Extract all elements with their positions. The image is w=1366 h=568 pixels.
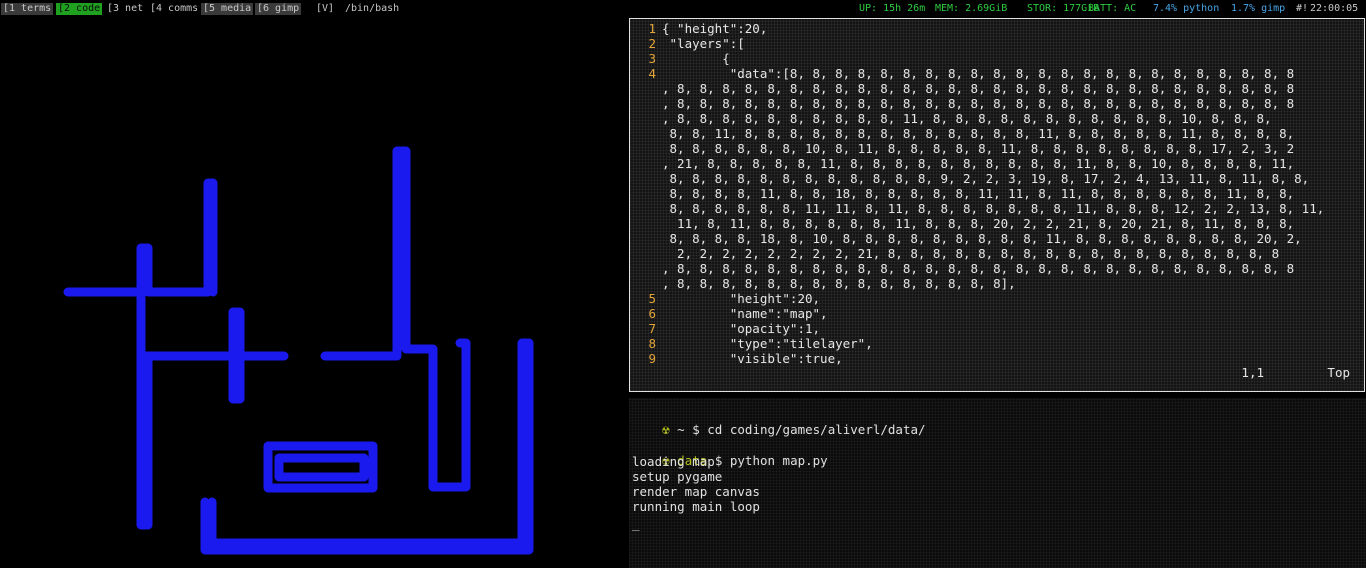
memory-stat: MEM: 2.69GiB xyxy=(935,3,1008,14)
process-stat-gimp: 1.7% gimp xyxy=(1231,3,1286,14)
code-line[interactable]: 2, 2, 2, 2, 2, 2, 2, 2, 21, 8, 8, 8, 8, … xyxy=(634,246,1362,261)
code-line[interactable]: , 8, 8, 8, 8, 8, 8, 8, 8, 8, 8, 8, 8, 8,… xyxy=(634,96,1362,111)
wall-box-inner xyxy=(274,453,369,482)
workspace-tab-net[interactable]: [3 net xyxy=(105,3,145,15)
code-text: , 8, 8, 8, 8, 8, 8, 8, 8, 8, 8, 8, 8, 8,… xyxy=(662,276,1016,291)
code-line[interactable]: , 8, 8, 8, 8, 8, 8, 8, 8, 8, 8, 8, 8, 8,… xyxy=(634,81,1362,96)
output-line: loading map xyxy=(632,454,715,469)
code-line[interactable]: 8, 8, 8, 8, 8, 8, 8, 8, 8, 8, 8, 8, 9, 2… xyxy=(634,171,1362,186)
line-number: 7 xyxy=(648,321,656,336)
code-line[interactable]: 8, 8, 8, 8, 18, 8, 10, 8, 8, 8, 8, 8, 8,… xyxy=(634,231,1362,246)
code-line[interactable]: , 8, 8, 8, 8, 8, 8, 8, 8, 8, 8, 11, 8, 8… xyxy=(634,111,1362,126)
code-line[interactable]: 8 "type":"tilelayer", xyxy=(634,336,1362,351)
code-line[interactable]: , 8, 8, 8, 8, 8, 8, 8, 8, 8, 8, 8, 8, 8,… xyxy=(634,261,1362,276)
wall-left-pillar xyxy=(136,351,153,530)
line-number: 2 xyxy=(648,36,656,51)
code-text: 8, 8, 8, 8, 18, 8, 10, 8, 8, 8, 8, 8, 8,… xyxy=(662,231,1302,246)
map-walls xyxy=(63,146,534,555)
code-line[interactable]: 1 { "height":20, xyxy=(634,21,1362,36)
wall-box-outer xyxy=(263,441,378,493)
code-text: , 8, 8, 8, 8, 8, 8, 8, 8, 8, 8, 8, 8, 8,… xyxy=(662,81,1295,96)
code-line[interactable]: 3 { xyxy=(634,51,1362,66)
wall-cross xyxy=(136,287,289,361)
code-text: "type":"tilelayer", xyxy=(662,336,873,351)
line-number: 1 xyxy=(648,21,656,36)
code-text: "data":[8, 8, 8, 8, 8, 8, 8, 8, 8, 8, 8,… xyxy=(662,66,1295,81)
code-text: 8, 8, 11, 8, 8, 8, 8, 8, 8, 8, 8, 8, 8, … xyxy=(662,126,1295,141)
prompt-command: $ cd coding/games/aliverl/data/ xyxy=(692,422,926,437)
code-line[interactable]: 11, 8, 11, 8, 8, 8, 8, 8, 8, 11, 8, 8, 8… xyxy=(634,216,1362,231)
workspace-tab-gimp[interactable]: [6 gimp xyxy=(255,3,302,15)
prompt-command: $ python map.py xyxy=(714,453,828,468)
code-text: "opacity":1, xyxy=(662,321,821,336)
code-text: , 8, 8, 8, 8, 8, 8, 8, 8, 8, 8, 8, 8, 8,… xyxy=(662,261,1295,276)
code-text: { "height":20, xyxy=(662,21,768,36)
layout-indicator[interactable]: [V] xyxy=(316,0,334,18)
line-number: 6 xyxy=(648,306,656,321)
code-text: 8, 8, 8, 8, 8, 8, 10, 8, 11, 8, 8, 8, 8,… xyxy=(662,141,1295,156)
map-canvas xyxy=(63,146,534,555)
code-text: 2, 2, 2, 2, 2, 2, 2, 2, 21, 8, 8, 8, 8, … xyxy=(662,246,1280,261)
scroll-indicator: Top xyxy=(1327,365,1350,380)
prompt-dir: ~ xyxy=(677,422,685,437)
code-line[interactable]: 7 "opacity":1, xyxy=(634,321,1362,336)
code-text: 11, 8, 11, 8, 8, 8, 8, 8, 8, 11, 8, 8, 8… xyxy=(662,216,1295,231)
code-text: , 21, 8, 8, 8, 8, 8, 11, 8, 8, 8, 8, 8, … xyxy=(662,156,1295,171)
radiation-icon: ☢ xyxy=(662,422,670,437)
workspace-tab-code[interactable]: [2 code xyxy=(56,3,103,15)
code-line[interactable]: 2 "layers":[ xyxy=(634,36,1362,51)
code-text: , 8, 8, 8, 8, 8, 8, 8, 8, 8, 8, 11, 8, 8… xyxy=(662,111,1272,126)
terminal-cursor[interactable]: _ xyxy=(632,516,640,531)
terminal[interactable]: ☢ ~ $ cd coding/games/aliverl/data/ ☢ da… xyxy=(629,398,1366,568)
line-number: 3 xyxy=(648,51,656,66)
process-stat-python: 7.4% python xyxy=(1153,3,1220,14)
workspace-tab-media[interactable]: [5 media xyxy=(201,3,254,15)
battery-stat: BATT: AC xyxy=(1088,3,1137,14)
window-title: /bin/bash xyxy=(345,3,400,14)
wall-right-u xyxy=(320,146,471,492)
status-bar: [1 terms [2 code [3 net [4 comms [5 medi… xyxy=(0,0,1366,18)
game-window[interactable] xyxy=(0,18,620,568)
workspace-tab-comms[interactable]: [4 comms xyxy=(148,3,200,15)
code-line[interactable]: 4 "data":[8, 8, 8, 8, 8, 8, 8, 8, 8, 8, … xyxy=(634,66,1362,81)
code-line[interactable]: 8, 8, 8, 8, 8, 8, 10, 8, 11, 8, 8, 8, 8,… xyxy=(634,141,1362,156)
uptime-stat: UP: 15h 26m xyxy=(859,3,926,14)
cursor-position: 1,1 xyxy=(1241,365,1264,380)
code-text: 8, 8, 8, 8, 8, 8, 11, 11, 8, 11, 8, 8, 8… xyxy=(662,201,1325,216)
line-number: 9 xyxy=(648,351,656,366)
code-text: 8, 8, 8, 8, 11, 8, 8, 18, 8, 8, 8, 8, 8,… xyxy=(662,186,1295,201)
code-line[interactable]: 9 "visible":true, xyxy=(634,351,1362,366)
code-line[interactable]: , 8, 8, 8, 8, 8, 8, 8, 8, 8, 8, 8, 8, 8,… xyxy=(634,276,1362,291)
code-line[interactable]: , 21, 8, 8, 8, 8, 8, 11, 8, 8, 8, 8, 8, … xyxy=(634,156,1362,171)
output-line: setup pygame xyxy=(632,469,723,484)
code-area[interactable]: 1{ "height":20, 2 "layers":[3 {4 "data":[… xyxy=(634,21,1362,366)
code-text: "layers":[ xyxy=(662,36,745,51)
wall-cross-stub xyxy=(228,351,245,404)
line-number: 4 xyxy=(648,66,656,81)
code-line[interactable]: 5 "height":20, xyxy=(634,291,1362,306)
code-text: "height":20, xyxy=(662,291,821,306)
line-number: 5 xyxy=(648,291,656,306)
code-text: { xyxy=(662,51,730,66)
code-line[interactable]: 8, 8, 8, 8, 11, 8, 8, 18, 8, 8, 8, 8, 8,… xyxy=(634,186,1362,201)
code-text: 8, 8, 8, 8, 8, 8, 8, 8, 8, 8, 8, 8, 9, 2… xyxy=(662,171,1310,186)
line-number: 8 xyxy=(648,336,656,351)
code-line[interactable]: 6 "name":"map", xyxy=(634,306,1362,321)
code-line[interactable]: 8, 8, 8, 8, 8, 8, 11, 11, 8, 11, 8, 8, 8… xyxy=(634,201,1362,216)
code-text: , 8, 8, 8, 8, 8, 8, 8, 8, 8, 8, 8, 8, 8,… xyxy=(662,96,1295,111)
wall-top-left xyxy=(63,178,218,297)
code-line[interactable]: 8, 8, 11, 8, 8, 8, 8, 8, 8, 8, 8, 8, 8, … xyxy=(634,126,1362,141)
shebang-label: #! xyxy=(1296,3,1309,14)
vim-editor[interactable]: 1{ "height":20, 2 "layers":[3 {4 "data":[… xyxy=(629,18,1365,392)
workspace-tab-terms[interactable]: [1 terms xyxy=(1,3,54,15)
code-text: "visible":true, xyxy=(662,351,843,366)
code-text: "name":"map", xyxy=(662,306,828,321)
output-line: running main loop xyxy=(632,499,760,514)
output-line: render map canvas xyxy=(632,484,760,499)
clock: 22:00:05 xyxy=(1310,3,1359,14)
